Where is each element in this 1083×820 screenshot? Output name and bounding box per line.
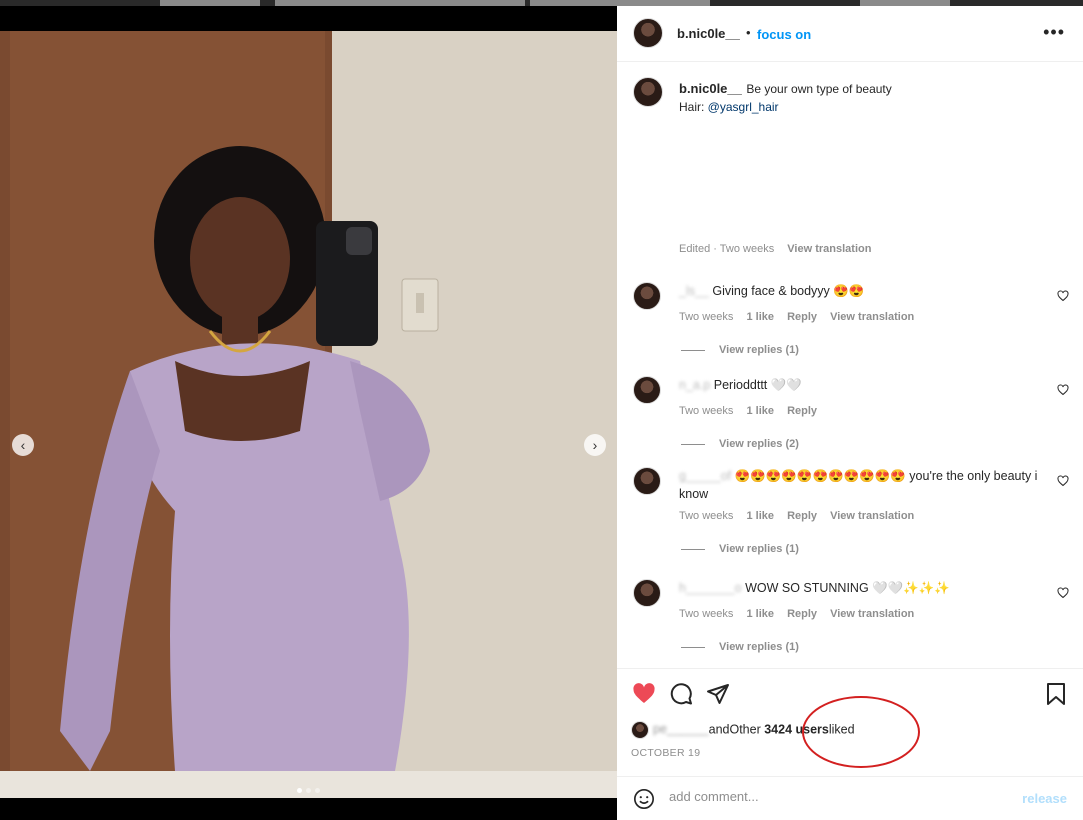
replies-line [681, 443, 705, 445]
chevron-right-icon[interactable]: › [584, 434, 606, 456]
comment-text: Perioddttt 🤍🤍 [713, 378, 802, 392]
replies-line [681, 548, 705, 550]
view-replies-link[interactable]: View replies (1) [681, 344, 799, 356]
view-replies-label: View replies (1) [719, 543, 799, 555]
comment-heart-icon[interactable] [1057, 475, 1069, 487]
likes-and-other: andOther [708, 722, 761, 737]
post-photo [0, 31, 617, 798]
comment-text-row: g_____of 😍😍😍😍😍😍😍😍😍😍😍 you're the only bea… [679, 467, 1039, 503]
caption-username[interactable]: b.nic0le__ [679, 81, 742, 96]
comment-text-row: n_a.p Perioddttt 🤍🤍 [679, 376, 1039, 394]
view-replies-label: View replies (2) [719, 438, 799, 450]
comment-text: 😍😍😍😍😍😍😍😍😍😍😍 you're the only beauty i kno… [679, 469, 1038, 501]
caption-edited: Edited [679, 243, 711, 255]
commenter-avatar[interactable] [633, 467, 661, 495]
comment-time: Two weeks [679, 510, 734, 522]
commenter-username[interactable]: h_______o [679, 581, 742, 595]
comment-translate-link[interactable]: View translation [830, 311, 914, 323]
comment-likes[interactable]: 1 like [746, 608, 774, 620]
comment-time: Two weeks [679, 405, 734, 417]
comment-icon[interactable] [669, 682, 693, 706]
comment-time: Two weeks [679, 311, 734, 323]
share-icon[interactable] [706, 682, 730, 706]
commenter-username[interactable]: n_a.p [679, 378, 710, 392]
carousel-dots [0, 780, 617, 798]
caption-text: Be your own type of beauty [746, 82, 892, 96]
comment-translate-link[interactable]: View translation [830, 608, 914, 620]
replies-line [681, 646, 705, 648]
comment-reply-link[interactable]: Reply [787, 608, 817, 620]
header-separator: • [746, 25, 751, 40]
caption-dot: · [713, 243, 717, 255]
caption-body: b.nic0le__ Be your own type of beauty Ha… [679, 80, 1039, 116]
caption-hair-prefix: Hair: [679, 100, 708, 114]
caption-translate-link[interactable]: View translation [787, 243, 871, 255]
post-date: OCTOBER 19 [631, 747, 701, 759]
comment-meta: Two weeks 1 like Reply View translation [679, 608, 924, 620]
view-replies-link[interactable]: View replies (1) [681, 543, 799, 555]
caption-hair-mention[interactable]: @yasgrl_hair [708, 100, 779, 114]
commenter-avatar[interactable] [633, 579, 661, 607]
emoji-icon[interactable] [633, 788, 655, 810]
comment-translate-link[interactable]: View translation [830, 510, 914, 522]
view-replies-label: View replies (1) [719, 344, 799, 356]
view-replies-label: View replies (1) [719, 641, 799, 653]
view-replies-link[interactable]: View replies (1) [681, 641, 799, 653]
comment-text-row: h_______o WOW SO STUNNING 🤍🤍✨✨✨ [679, 579, 1039, 597]
replies-line [681, 349, 705, 351]
comment-likes[interactable]: 1 like [746, 510, 774, 522]
comment-heart-icon[interactable] [1057, 587, 1069, 599]
comment-time: Two weeks [679, 608, 734, 620]
chevron-left-icon[interactable]: ‹ [12, 434, 34, 456]
author-avatar[interactable] [633, 18, 663, 48]
more-icon[interactable]: ••• [1043, 22, 1065, 43]
liker-avatar[interactable] [631, 721, 649, 739]
add-comment-input[interactable] [669, 789, 999, 804]
comment-reply-link[interactable]: Reply [787, 311, 817, 323]
commenter-username[interactable]: _ls__ [679, 284, 709, 298]
bookmark-icon[interactable] [1045, 682, 1067, 706]
annotation-circle [802, 696, 920, 768]
follow-button[interactable]: focus on [757, 27, 811, 42]
post-side-panel: b.nic0le__ • focus on ••• b.nic0le__ Be … [617, 6, 1083, 820]
comment-likes[interactable]: 1 like [746, 405, 774, 417]
comment-reply-link[interactable]: Reply [787, 405, 817, 417]
add-comment-bar: release [617, 776, 1083, 820]
comment-reply-link[interactable]: Reply [787, 510, 817, 522]
view-replies-link[interactable]: View replies (2) [681, 438, 799, 450]
caption-time: Two weeks [719, 243, 775, 255]
comment-heart-icon[interactable] [1057, 384, 1069, 396]
post-header: b.nic0le__ • focus on ••• [617, 6, 1083, 62]
author-username[interactable]: b.nic0le__ [677, 26, 740, 41]
heart-icon[interactable] [631, 682, 657, 706]
comment-meta: Two weeks 1 like Reply [679, 405, 827, 417]
comment-text: WOW SO STUNNING 🤍🤍✨✨✨ [745, 581, 950, 595]
commenter-username[interactable]: g_____of [679, 469, 731, 483]
comment-heart-icon[interactable] [1057, 290, 1069, 302]
liker-username[interactable]: pe______ [653, 722, 709, 736]
comment-text-row: _ls__ Giving face & bodyyy 😍😍 [679, 282, 1039, 300]
comment-meta: Two weeks 1 like Reply View translation [679, 510, 924, 522]
comment-meta: Two weeks 1 like Reply View translation [679, 311, 924, 323]
commenter-avatar[interactable] [633, 282, 661, 310]
comment-text: Giving face & bodyyy 😍😍 [712, 284, 865, 298]
post-comment-button[interactable]: release [1022, 791, 1067, 806]
comment-likes[interactable]: 1 like [746, 311, 774, 323]
caption-avatar[interactable] [633, 77, 663, 107]
post-media[interactable]: ‹ › [0, 31, 617, 798]
caption-meta: Edited · Two weeks View translation [679, 243, 881, 255]
commenter-avatar[interactable] [633, 376, 661, 404]
